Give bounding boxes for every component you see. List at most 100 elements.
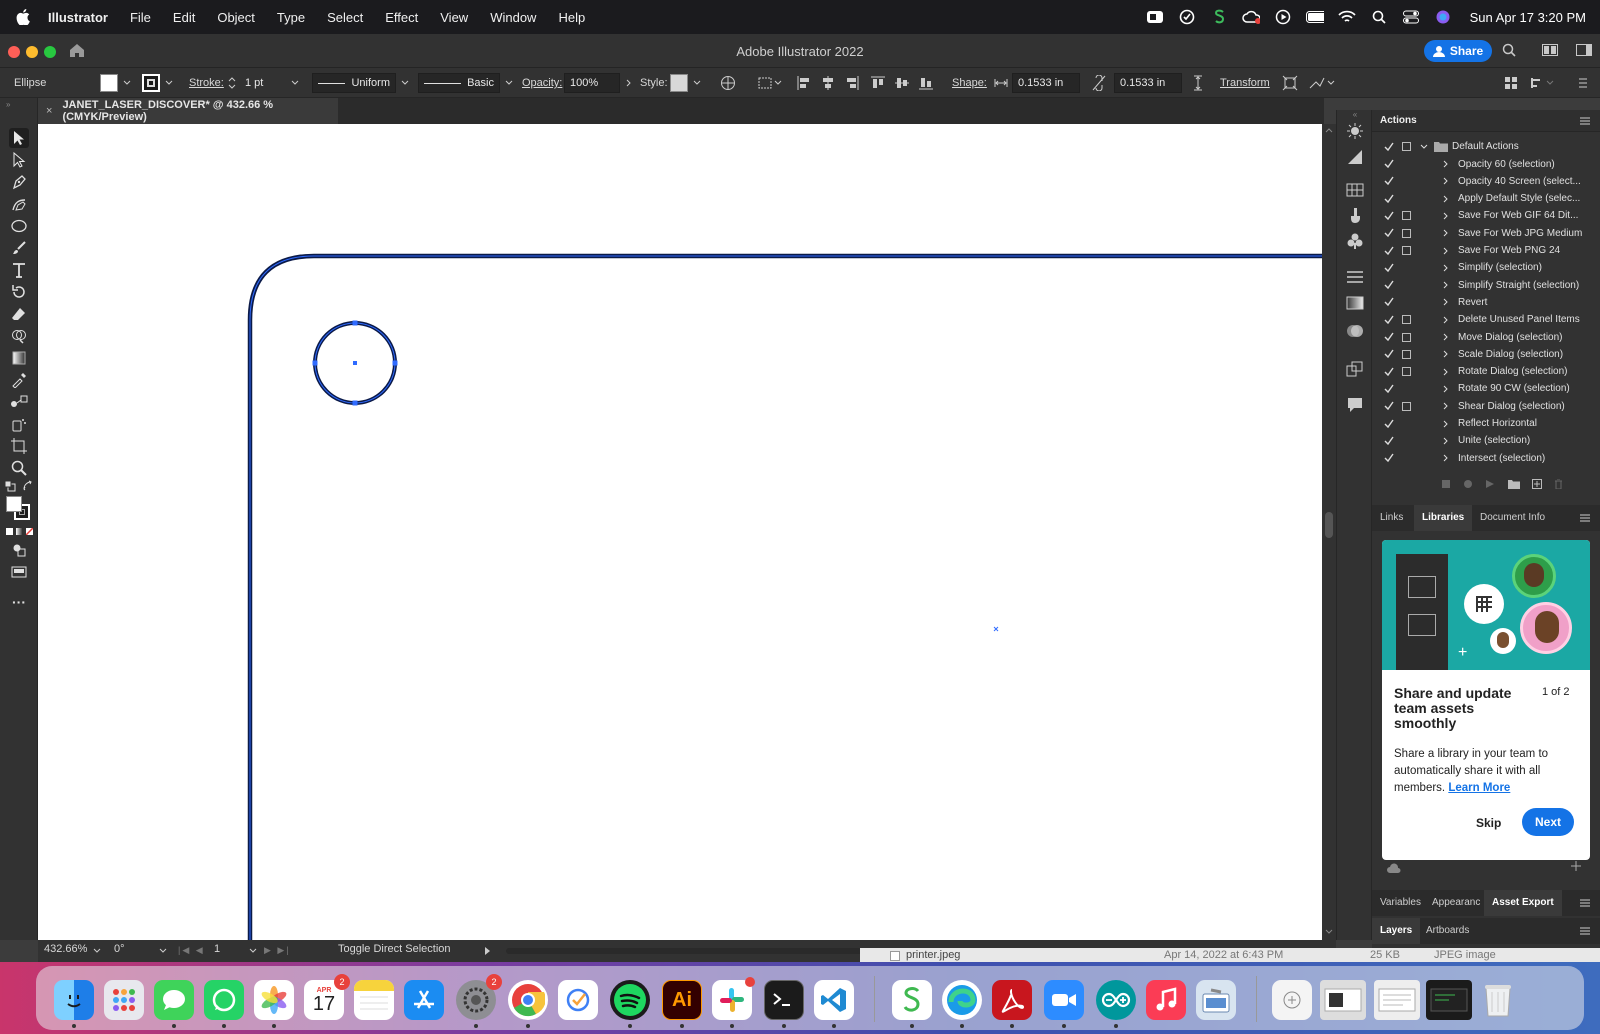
action-row[interactable]: Rotate Dialog (selection) bbox=[1372, 363, 1590, 381]
stop-recording-icon[interactable] bbox=[1442, 480, 1450, 488]
expand-action-chevron-icon[interactable] bbox=[1442, 177, 1450, 185]
expand-action-chevron-icon[interactable] bbox=[1442, 333, 1450, 341]
slack-icon[interactable] bbox=[712, 977, 755, 1020]
expand-action-chevron-icon[interactable] bbox=[1442, 316, 1450, 324]
symbol-sprayer-tool-icon[interactable] bbox=[9, 414, 29, 434]
music-icon[interactable] bbox=[1146, 980, 1186, 1020]
search-help-icon[interactable] bbox=[1502, 43, 1516, 57]
stroke-weight-stepper[interactable]: 1 pt bbox=[228, 68, 300, 98]
vertical-scrollbar[interactable] bbox=[1322, 124, 1336, 940]
puppet-warp-icon[interactable] bbox=[1308, 68, 1336, 98]
expand-action-chevron-icon[interactable] bbox=[1442, 402, 1450, 410]
shape-height-field[interactable]: 0.1533 in bbox=[1114, 68, 1182, 98]
cloud-sync-icon[interactable] bbox=[1386, 862, 1402, 874]
toggle-checkmark-icon[interactable] bbox=[1384, 453, 1394, 463]
expand-action-chevron-icon[interactable] bbox=[1442, 195, 1450, 203]
direct-selection-tool-icon[interactable] bbox=[9, 150, 29, 170]
trash-icon[interactable] bbox=[1478, 980, 1518, 1020]
green-s-status-icon[interactable] bbox=[1210, 9, 1228, 24]
gradient-tool-icon[interactable] bbox=[9, 348, 29, 368]
align-bottom-icon[interactable] bbox=[918, 68, 934, 98]
toggle-checkmark-icon[interactable] bbox=[1384, 263, 1394, 273]
action-row[interactable]: Simplify (selection) bbox=[1372, 259, 1590, 277]
shape-width-field[interactable]: 0.1533 in bbox=[1012, 68, 1080, 98]
zoom-icon[interactable] bbox=[1044, 980, 1084, 1020]
action-row[interactable]: Unite (selection) bbox=[1372, 432, 1590, 450]
expand-action-chevron-icon[interactable] bbox=[1442, 350, 1450, 358]
action-row[interactable]: Opacity 60 (selection) bbox=[1372, 155, 1590, 173]
system-preferences-icon[interactable]: 2 bbox=[456, 974, 502, 1020]
toggle-checkmark-icon[interactable] bbox=[1384, 349, 1394, 359]
tab-document-info[interactable]: Document Info bbox=[1480, 512, 1545, 523]
align-horizontal-center-icon[interactable] bbox=[820, 68, 836, 98]
vscode-icon[interactable] bbox=[814, 980, 854, 1020]
expand-action-chevron-icon[interactable] bbox=[1442, 264, 1450, 272]
scrivener-s-icon[interactable] bbox=[892, 980, 932, 1020]
expand-action-chevron-icon[interactable] bbox=[1442, 420, 1450, 428]
opacity-field[interactable]: 100% bbox=[564, 68, 634, 98]
toggle-checkmark-icon[interactable] bbox=[1384, 159, 1394, 169]
tab-libraries[interactable]: Libraries bbox=[1414, 505, 1473, 531]
toggle-checkmark-icon[interactable] bbox=[1384, 194, 1394, 204]
collapse-set-chevron-icon[interactable] bbox=[1420, 143, 1428, 151]
menu-type[interactable]: Type bbox=[277, 10, 305, 25]
dialog-toggle-icon[interactable] bbox=[1402, 349, 1411, 359]
expand-action-chevron-icon[interactable] bbox=[1442, 281, 1450, 289]
action-row[interactable]: Intersect (selection) bbox=[1372, 449, 1590, 467]
wifi-icon[interactable] bbox=[1338, 10, 1356, 24]
dialog-toggle-icon[interactable] bbox=[1402, 367, 1411, 377]
fill-stroke-indicator[interactable] bbox=[6, 496, 32, 522]
arrange-icon[interactable] bbox=[1530, 68, 1556, 98]
symbols-icon[interactable] bbox=[1346, 232, 1364, 250]
paintbrush-tool-icon[interactable] bbox=[9, 238, 29, 258]
apple-icon[interactable] bbox=[16, 9, 30, 25]
recolor-artwork-icon[interactable] bbox=[720, 68, 736, 98]
toggle-checkmark-icon[interactable] bbox=[1384, 228, 1394, 238]
minimized-window-thumbnail[interactable] bbox=[1320, 980, 1366, 1020]
toggle-checkmark-icon[interactable] bbox=[1384, 211, 1394, 221]
eyedropper-tool-icon[interactable] bbox=[9, 370, 29, 390]
expand-action-chevron-icon[interactable] bbox=[1442, 229, 1450, 237]
transparency-icon[interactable] bbox=[1346, 322, 1364, 340]
cloud-status-icon[interactable] bbox=[1241, 10, 1260, 24]
arrange-documents-icon[interactable] bbox=[1542, 44, 1558, 56]
workspace-switcher-icon[interactable] bbox=[1576, 44, 1592, 56]
zoom-tool-icon[interactable] bbox=[9, 458, 29, 478]
gradient-panel-icon[interactable] bbox=[1346, 296, 1364, 314]
action-row[interactable]: Opacity 40 Screen (select... bbox=[1372, 173, 1590, 191]
fill-swatch[interactable] bbox=[100, 68, 132, 98]
color-mode-icon[interactable] bbox=[6, 528, 13, 535]
shape-builder-tool-icon[interactable] bbox=[9, 326, 29, 346]
checkmark-status-icon[interactable] bbox=[1178, 9, 1196, 25]
expand-action-chevron-icon[interactable] bbox=[1442, 212, 1450, 220]
tab-appearance[interactable]: Appearanc bbox=[1432, 897, 1482, 908]
siri-icon[interactable] bbox=[1434, 10, 1452, 24]
minimized-window-thumbnail[interactable] bbox=[1426, 980, 1472, 1020]
new-set-icon[interactable] bbox=[1508, 479, 1520, 489]
action-row[interactable]: Revert bbox=[1372, 294, 1590, 312]
pen-tool-icon[interactable] bbox=[9, 172, 29, 192]
toggle-checkmark-icon[interactable] bbox=[1384, 436, 1394, 446]
gradient-mode-icon[interactable] bbox=[16, 528, 23, 535]
rotation-dropdown-icon[interactable] bbox=[158, 946, 168, 956]
align-top-icon[interactable] bbox=[870, 68, 886, 98]
edge-icon[interactable] bbox=[942, 980, 982, 1020]
isolate-icon[interactable] bbox=[1282, 68, 1298, 98]
arduino-icon[interactable] bbox=[1096, 980, 1136, 1020]
tasks-icon[interactable] bbox=[558, 980, 598, 1020]
minimized-window-thumbnail[interactable] bbox=[1374, 980, 1420, 1020]
asset-export-menu-icon[interactable] bbox=[1580, 898, 1590, 908]
action-row[interactable]: Save For Web GIF 64 Dit... bbox=[1372, 207, 1590, 225]
color-mode-buttons[interactable] bbox=[6, 528, 33, 535]
chrome-icon[interactable] bbox=[508, 980, 548, 1020]
menu-app-illustrator[interactable]: Illustrator bbox=[48, 10, 108, 25]
action-row[interactable]: Reflect Horizontal bbox=[1372, 415, 1590, 433]
toggle-checkmark-icon[interactable] bbox=[1384, 419, 1394, 429]
terminal-icon[interactable] bbox=[764, 980, 804, 1020]
artboard-dropdown-icon[interactable] bbox=[248, 946, 258, 956]
collapse-toolbar-icon[interactable]: » bbox=[6, 100, 10, 109]
sun-icon[interactable] bbox=[1346, 122, 1364, 140]
brush-definition-dropdown[interactable]: Basic bbox=[418, 68, 514, 98]
artboard-nav-prev-icon[interactable]: |◀ ◀ bbox=[178, 945, 205, 956]
align-vertical-center-icon[interactable] bbox=[894, 68, 910, 98]
